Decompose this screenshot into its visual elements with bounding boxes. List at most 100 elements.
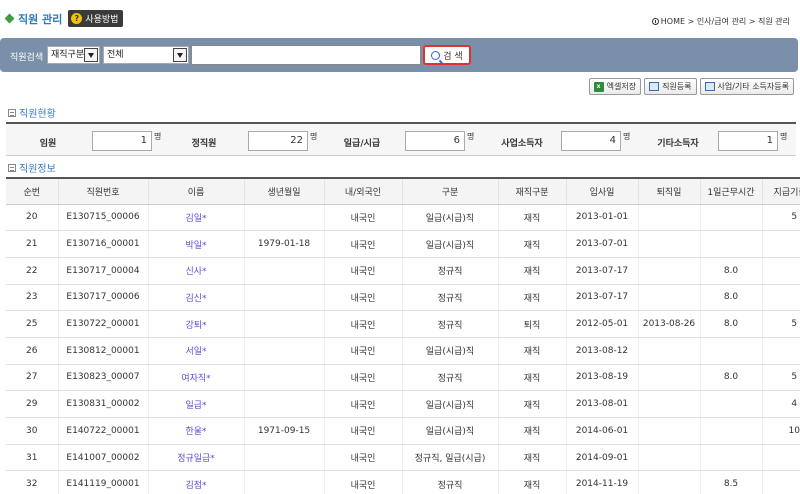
header-row: 순번직원번호이름생년월일내/외국인구분재직구분입사일퇴직일1일근무시간지급기준일	[6, 177, 800, 205]
employees-title: 직원정보	[19, 164, 56, 175]
section-box-icon	[8, 163, 16, 172]
search-button[interactable]: 검 색	[423, 45, 471, 65]
col-name-cell[interactable]: 여자직*	[147, 364, 244, 392]
document-icon	[649, 82, 660, 91]
location-pin-icon	[651, 18, 659, 25]
col-index-header: 순번	[6, 177, 58, 205]
register-employee-button[interactable]: 직원등록	[644, 78, 697, 95]
col-name-cell[interactable]: 김신*	[147, 284, 244, 312]
col-nationality-cell: 내국인	[323, 417, 402, 445]
col-birthdate-cell	[243, 364, 324, 392]
col-birthdate-cell	[243, 284, 324, 312]
register-business-button[interactable]: 사업/기타 소득자등록	[699, 78, 794, 95]
col-name-cell[interactable]: 강퇴*	[147, 310, 244, 338]
excel-save-button[interactable]: x 엑셀저장	[588, 78, 642, 95]
table-row[interactable]: 26 E130812_00001 서일* 내국인 일급(시급)직 재직 2013-08-12	[6, 337, 800, 365]
col-employee-no-cell: E130715_00006	[57, 204, 148, 232]
col-retire-date-header: 퇴직일	[637, 177, 700, 205]
col-pay-day-cell	[761, 470, 800, 494]
table-row[interactable]: 20 E130715_00006 김일* 내국인 일급(시급)직 재직 2013-01-01…	[6, 204, 800, 232]
col-nationality-cell: 내국인	[323, 230, 402, 258]
table-row[interactable]: 25 E130722_00001 강퇴* 내국인 정규직 퇴직 2012-05-01 2013…	[6, 310, 800, 338]
col-name-cell[interactable]: 일급*	[147, 390, 244, 418]
col-nationality-cell: 내국인	[323, 390, 402, 418]
col-nationality-cell: 내국인	[323, 444, 402, 472]
stat-value-business: 4	[561, 131, 621, 151]
summary-bar: 임원 1 명 정직원 22 명 일급/시급 6 명 사업소득자 4 명 기타소득…	[6, 122, 796, 156]
top-bar: 직원 관리 ? 사용방법 HOME > 인사/급여 관리 > 직원 관리	[0, 0, 800, 34]
col-pay-day-cell: 5	[761, 364, 800, 392]
col-retire-date-cell	[637, 337, 700, 365]
col-index-cell: 22	[6, 257, 58, 285]
col-birthdate-cell: 1971-09-15	[243, 417, 324, 445]
excel-save-label: 엑셀저장	[606, 82, 637, 91]
col-status-cell: 재직	[497, 204, 566, 232]
col-retire-date-cell	[637, 390, 700, 418]
col-name-cell[interactable]: 박일*	[147, 230, 244, 258]
search-button-label: 검 색	[443, 51, 463, 62]
col-hire-date-cell: 2013-08-12	[565, 337, 638, 365]
table-row[interactable]: 27 E130823_00007 여자직* 내국인 정규직 재직 2013-08-19 8.0…	[6, 364, 800, 392]
col-name-cell[interactable]: 서일*	[147, 337, 244, 365]
col-retire-date-cell	[637, 204, 700, 232]
help-button-label: 사용방법	[85, 15, 119, 25]
col-birthdate-cell	[243, 310, 324, 338]
col-employee-no-header: 직원번호	[57, 177, 148, 205]
col-daily-hours-cell	[699, 337, 762, 365]
col-hire-date-cell: 2012-05-01	[565, 310, 638, 338]
register-business-label: 사업/기타 소득자등록	[717, 82, 789, 91]
employee-table: 순번직원번호이름생년월일내/외국인구분재직구분입사일퇴직일1일근무시간지급기준일…	[6, 177, 800, 494]
col-type-cell: 일급(시급)직	[401, 417, 498, 445]
col-name-cell[interactable]: 한울*	[147, 417, 244, 445]
col-type-cell: 정규직, 일급(시급)	[401, 444, 498, 472]
table-row[interactable]: 22 E130717_00004 신사* 내국인 정규직 재직 2013-07-17 8.0	[6, 257, 800, 285]
col-nationality-cell: 내국인	[323, 257, 402, 285]
table-row[interactable]: 31 E141007_00002 정규일급* 내국인 정규직, 일급(시급) 재직 2014…	[6, 444, 800, 472]
stat-value-regular: 22	[248, 131, 308, 151]
stat-unit-business: 명	[623, 132, 631, 141]
type-select[interactable]: 전체	[103, 46, 189, 64]
col-name-header: 이름	[147, 177, 244, 205]
col-daily-hours-cell	[699, 390, 762, 418]
action-buttons: x 엑셀저장 직원등록 사업/기타 소득자등록	[588, 78, 794, 95]
col-employee-no-cell: E141119_00001	[57, 470, 148, 494]
table-row[interactable]: 30 E140722_00001 한울* 1971-09-15 내국인 일급(시급)직 재직…	[6, 417, 800, 445]
table-row[interactable]: 23 E130717_00006 김신* 내국인 정규직 재직 2013-07-17 8.0	[6, 284, 800, 312]
col-daily-hours-cell: 8.0	[699, 284, 762, 312]
status-select[interactable]: 재직구분	[47, 46, 100, 64]
col-name-cell[interactable]: 김일*	[147, 204, 244, 232]
col-type-cell: 정규직	[401, 470, 498, 494]
col-pay-day-cell	[761, 337, 800, 365]
search-input[interactable]	[191, 45, 421, 65]
table-row[interactable]: 29 E130831_00002 일급* 내국인 일급(시급)직 재직 2013-08-01…	[6, 390, 800, 418]
col-retire-date-cell	[637, 417, 700, 445]
help-button[interactable]: ? 사용방법	[68, 10, 124, 27]
col-name-cell[interactable]: 정규일급*	[147, 444, 244, 472]
col-birthdate-cell	[243, 444, 324, 472]
stat-value-executive: 1	[92, 131, 152, 151]
col-name-cell[interactable]: 신사*	[147, 257, 244, 285]
col-pay-day-cell	[761, 230, 800, 258]
col-status-cell: 재직	[497, 390, 566, 418]
col-hire-date-cell: 2013-07-17	[565, 284, 638, 312]
col-status-cell: 재직	[497, 444, 566, 472]
col-index-cell: 30	[6, 417, 58, 445]
stat-unit-regular: 명	[310, 132, 318, 141]
col-index-cell: 32	[6, 470, 58, 494]
table-row[interactable]: 21 E130716_00001 박일* 1979-01-18 내국인 일급(시급)직 재직…	[6, 230, 800, 258]
document-icon	[704, 82, 715, 91]
table-row[interactable]: 32 E141119_00001 김점* 내국인 정규직 재직 2014-11-19 8.5	[6, 470, 800, 494]
col-type-cell: 일급(시급)직	[401, 337, 498, 365]
col-status-header: 재직구분	[497, 177, 566, 205]
col-type-cell: 정규직	[401, 364, 498, 392]
stat-label-other: 기타소득자	[657, 139, 699, 149]
col-status-cell: 재직	[497, 230, 566, 258]
col-pay-day-header: 지급기준일	[761, 177, 800, 205]
breadcrumb: HOME > 인사/급여 관리 > 직원 관리	[651, 16, 790, 27]
col-status-cell: 재직	[497, 417, 566, 445]
col-retire-date-cell	[637, 364, 700, 392]
col-name-cell[interactable]: 김점*	[147, 470, 244, 494]
col-nationality-cell: 내국인	[323, 470, 402, 494]
col-pay-day-cell: 5	[761, 310, 800, 338]
col-type-cell: 정규직	[401, 257, 498, 285]
